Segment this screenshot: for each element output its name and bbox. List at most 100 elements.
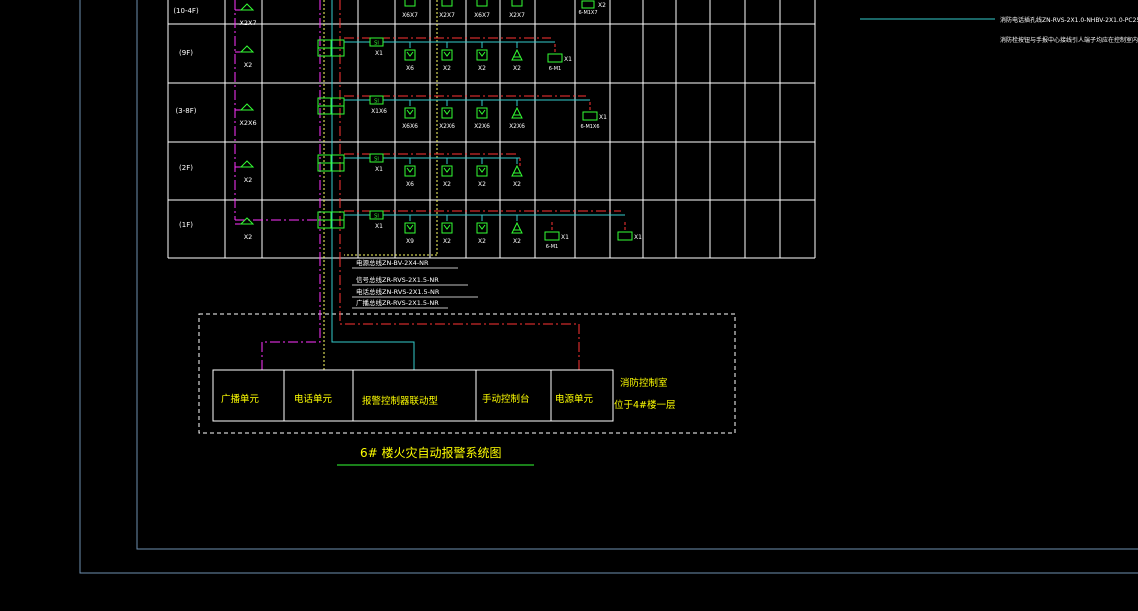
speaker-count: X2X6 [239, 119, 256, 127]
equipment-module-icon [547, 53, 563, 63]
device-count: X2 [443, 238, 451, 245]
detector-icon-mark [443, 51, 451, 57]
device-count: X9 [406, 238, 414, 245]
device-count: X2X6 [439, 123, 455, 130]
speaker-icon [239, 103, 255, 111]
detector-icon-mark [443, 224, 451, 230]
device-count: X2 [478, 65, 486, 72]
top-right-tag: 6-M1X7 [578, 10, 597, 16]
detector-icon-mark [443, 167, 451, 173]
unit-power: 电源单元 [555, 393, 594, 405]
unit-telephone: 电话单元 [294, 393, 333, 405]
detector-icon-mark [406, 167, 414, 173]
extra-count: X1 [599, 114, 607, 121]
detector-icon-mark [443, 109, 451, 115]
device-count: X6X6 [402, 123, 418, 130]
cable-label-broadcast: 广播总线ZR-RVS-2X1.5-NR [356, 298, 439, 307]
detector-icon [476, 222, 488, 234]
input-module-text: SI [374, 41, 379, 47]
riser-cables [234, 0, 438, 260]
detector-icon-mark [478, 224, 486, 230]
detector-icon [441, 222, 453, 234]
extra-tag: 6-M1X6 [580, 124, 599, 130]
row-labels: (10-4F)X2X7X6X7 X2X7 X6X7 X2X7X26-M1X7(9F)X… [173, 2, 642, 250]
detector-icon-mark [478, 51, 486, 57]
device-count: X2 [478, 238, 486, 245]
device-count: X2 [513, 181, 521, 188]
module-count: X1 [375, 166, 383, 173]
device-count: X2X6 [474, 123, 490, 130]
alarm-button-icon [511, 164, 523, 177]
unit-manual-console: 手动控制台 [482, 393, 530, 405]
device-count: X6X7 [402, 12, 418, 19]
device-count: X2X6 [509, 123, 525, 130]
detector-icon [511, 0, 523, 7]
right-notes: 消防电话插孔线ZN-RVS-2X1.0-NHBV-2X1.0-PC25-WC 消… [860, 16, 1138, 44]
top-right-count: X2 [598, 2, 606, 9]
device-count: X6 [406, 181, 414, 188]
device-count: X2 [513, 65, 521, 72]
control-room-name: 消防控制室 [620, 377, 668, 389]
control-room-location: 位于4#楼一层 [614, 399, 676, 411]
detector-icon [476, 107, 488, 119]
detector-icon [476, 165, 488, 177]
system-table-grid [167, 0, 816, 259]
detector-icon-mark [478, 109, 486, 115]
detector-icon [404, 49, 416, 61]
detector-icon [476, 0, 488, 7]
speaker-icon [239, 217, 255, 225]
floor-label: (10-4F) [173, 7, 199, 15]
fire-alarm-system-diagram: 消防电话插孔线ZN-RVS-2X1.0-NHBV-2X1.0-PC25-WC 消… [79, 0, 1138, 574]
equipment-module-icon [544, 231, 560, 241]
detector-icon-mark [406, 224, 414, 230]
unit-alarm-controller: 报警控制器联动型 [362, 395, 439, 407]
device-count: X2 [478, 181, 486, 188]
speaker-icon [239, 3, 255, 11]
device-count: X2 [443, 181, 451, 188]
speaker-count: X2X7 [239, 19, 256, 27]
speaker-count: X2 [244, 176, 253, 184]
alarm-button-icon [511, 106, 523, 119]
extra-tag: 6-M1 [549, 66, 561, 72]
input-module-text: SI [374, 99, 379, 105]
detector-icon-mark [406, 109, 414, 115]
detector-icon-mark [478, 167, 486, 173]
device-count: X2 [443, 65, 451, 72]
floor-label: (2F) [179, 164, 193, 172]
detector-icon [404, 0, 416, 7]
detector-icon [441, 107, 453, 119]
device-count: X2X7 [439, 12, 455, 19]
unit-broadcast: 广播单元 [221, 393, 260, 405]
speaker-count: X2 [244, 233, 253, 241]
detector-icon [441, 165, 453, 177]
equipment-module-icon [582, 111, 598, 121]
right-note-2: 消防栓按钮与手报中心接线引人端子均应在控制室内设置端子箱 [1000, 36, 1138, 44]
detector-icon [404, 107, 416, 119]
speaker-icon [239, 160, 255, 168]
module-box-icon [581, 0, 595, 9]
device-count: X6X7 [474, 12, 490, 19]
device-count: X2 [513, 238, 521, 245]
floor-label: (9F) [179, 49, 193, 57]
device-count: X6 [406, 65, 414, 72]
control-room: 广播单元 电话单元 报警控制器联动型 手动控制台 电源单元 消防控制室 位于4#… [198, 260, 736, 434]
extra-count: X1 [561, 234, 569, 241]
detector-icon [441, 49, 453, 61]
detector-icon [476, 49, 488, 61]
cable-labels: 电源总线ZN-BV-2X4-NR 信号总线ZR-RVS-2X1.5-NR 电话总… [352, 258, 478, 309]
floor-label: (3-8F) [176, 107, 197, 115]
detector-icon [404, 222, 416, 234]
module-count: X1X6 [371, 108, 387, 115]
diagram-title-block: 6# 楼火灾自动报警系统图 [337, 445, 534, 466]
speaker-icon [239, 45, 255, 53]
control-room-boundary [198, 313, 736, 434]
extra-count: X1 [634, 234, 642, 241]
equipment-module-icon [617, 231, 633, 241]
speaker-count: X2 [244, 61, 253, 69]
extra-tag: 6-M1 [546, 244, 558, 250]
right-note-1: 消防电话插孔线ZN-RVS-2X1.0-NHBV-2X1.0-PC25-WC [1000, 16, 1138, 24]
diagram-title: 6# 楼火灾自动报警系统图 [360, 445, 502, 460]
cable-label-power: 电源总线ZN-BV-2X4-NR [356, 258, 429, 267]
extra-count: X1 [564, 56, 572, 63]
alarm-button-icon [511, 221, 523, 234]
